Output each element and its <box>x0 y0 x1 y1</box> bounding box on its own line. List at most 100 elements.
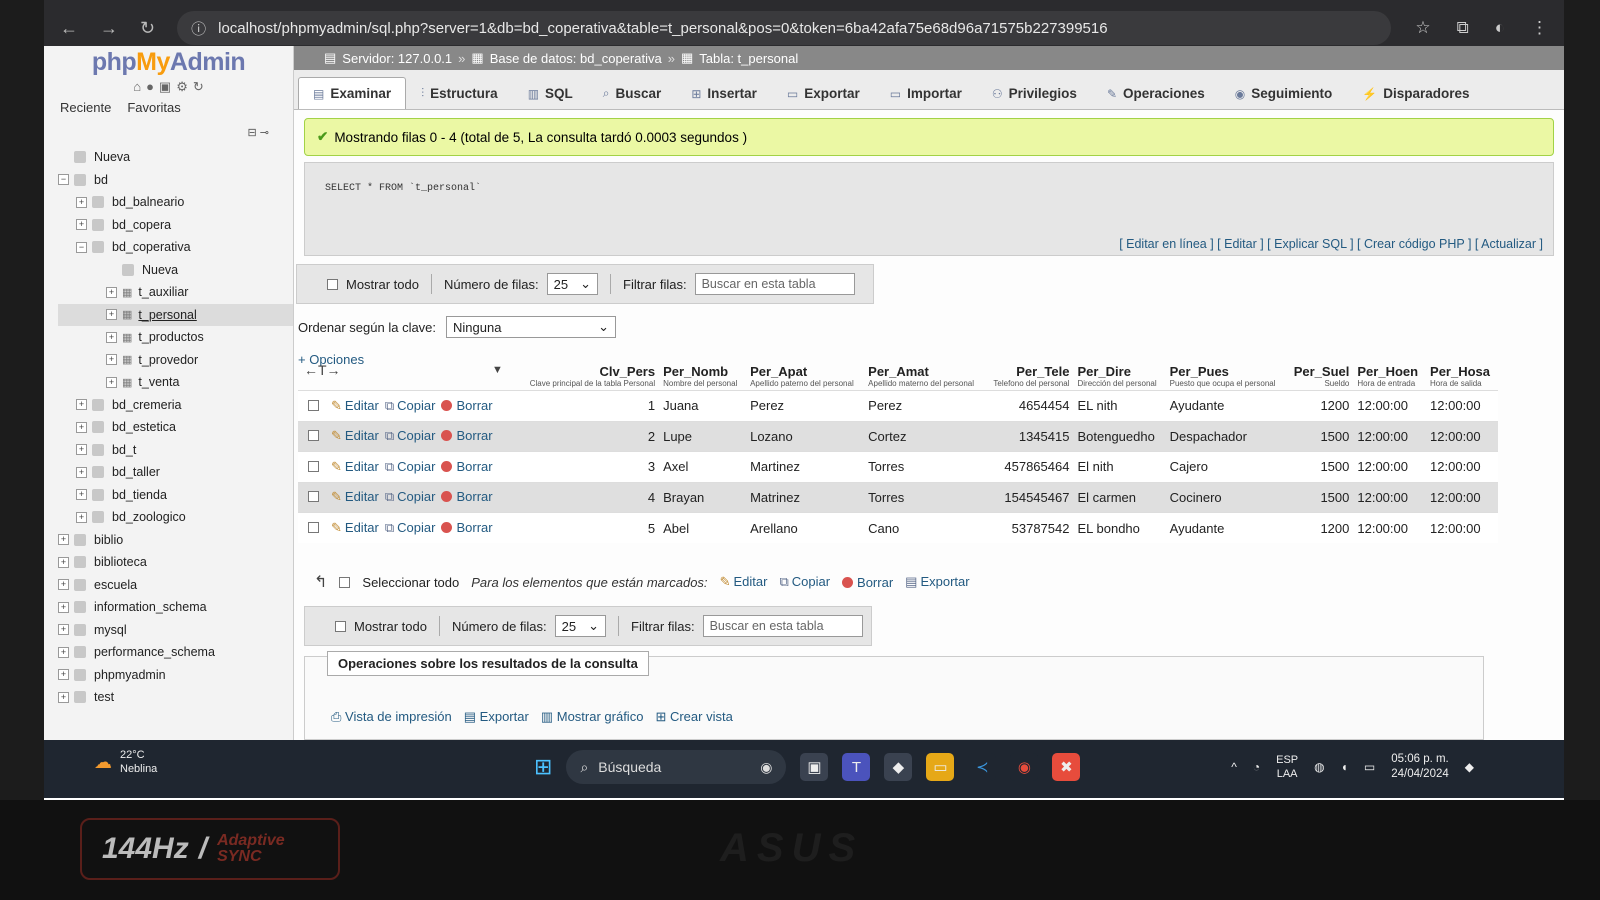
docs-icon[interactable]: ▣ <box>159 79 171 95</box>
tree-node-performance-schema[interactable]: + performance_schema <box>58 641 293 664</box>
tab-buscar[interactable]: ⌕ Buscar <box>588 77 677 109</box>
column-name[interactable]: Per_Pues <box>1170 364 1229 379</box>
show-all-checkbox-bottom[interactable] <box>335 620 346 632</box>
column-header-clv_pers[interactable]: Clv_Pers Clave principal de la tabla Pers… <box>518 364 659 391</box>
edit-button[interactable]: ✎ Editar <box>331 398 379 413</box>
cell-clv_pers[interactable]: 5 <box>518 512 660 543</box>
cell-per_suel[interactable]: 1500 <box>1286 420 1354 452</box>
tree-node-bd-balneario[interactable]: + bd_balneario <box>58 191 293 214</box>
column-header-per_pues[interactable]: Per_Pues Puesto que ocupa el personal <box>1166 364 1286 391</box>
expand-icon[interactable]: + <box>106 331 117 343</box>
cell-per_pues[interactable]: Cocinero <box>1165 481 1287 513</box>
cell-per_pues[interactable]: Ayudante <box>1165 390 1287 421</box>
tree-node-bd[interactable]: − bd <box>58 169 293 192</box>
network-icon[interactable]: ◔ <box>1253 760 1260 774</box>
rows-select-bottom[interactable]: 25 ⌄ <box>554 615 607 637</box>
expand-icon[interactable]: + <box>76 399 87 411</box>
delete-button[interactable]: Borrar <box>441 520 493 535</box>
cell-per_tele[interactable]: 457865464 <box>984 451 1074 482</box>
breadcrumb-database[interactable]: Base de datos: bd_coperativa <box>490 51 662 66</box>
column-header-per_amat[interactable]: Per_Amat Apellido materno del personal <box>864 364 984 391</box>
tree-node-escuela[interactable]: + escuela <box>58 574 293 597</box>
teams-icon[interactable]: T <box>842 753 871 781</box>
row-checkbox[interactable] <box>308 491 319 503</box>
order-select[interactable]: Ninguna ⌄ <box>446 316 617 338</box>
notification-icon[interactable]: ◆ <box>1465 760 1474 774</box>
column-header-per_dire[interactable]: Per_Dire Dirección del personal <box>1073 364 1165 391</box>
windows-start-icon[interactable]: ⊞ <box>534 754 552 780</box>
tree-node-bd-t[interactable]: + bd_t <box>58 439 293 462</box>
expand-icon[interactable]: + <box>106 354 117 366</box>
cell-per_pues[interactable]: Despachador <box>1165 420 1287 452</box>
show-chart-link[interactable]: ▥ Mostrar gráfico <box>541 709 644 725</box>
expand-icon[interactable]: + <box>58 534 69 546</box>
cell-per_suel[interactable]: 1500 <box>1286 451 1354 482</box>
cell-per_suel[interactable]: 1200 <box>1286 512 1354 543</box>
forward-icon[interactable]: → <box>100 18 118 39</box>
tree-node-bd-tienda[interactable]: + bd_tienda <box>58 484 293 507</box>
expand-icon[interactable]: + <box>76 489 87 501</box>
sql-query[interactable]: SELECT * FROM `t_personal` <box>325 183 481 194</box>
info-icon[interactable]: ⓘ <box>191 18 206 39</box>
rows-select[interactable]: 25 ⌄ <box>546 273 599 295</box>
tree-node-phpmyadmin[interactable]: + phpmyadmin <box>58 664 293 687</box>
cell-per_apat[interactable]: Lozano <box>746 420 865 452</box>
tree-node-information-schema[interactable]: + information_schema <box>58 596 293 619</box>
column-header-per_nomb[interactable]: Per_Nomb Nombre del personal <box>659 364 746 391</box>
cell-per_amat[interactable]: Perez <box>864 390 985 421</box>
tab-sql[interactable]: ▥ SQL <box>513 77 588 109</box>
column-header-per_apat[interactable]: Per_Apat Apellido paterno del personal <box>746 364 864 391</box>
expand-icon[interactable]: + <box>76 196 87 208</box>
tree-node-bd-copera[interactable]: + bd_copera <box>58 214 293 237</box>
tree-node-Nueva[interactable]: Nueva <box>58 146 293 169</box>
edit-button[interactable]: ✎ Editar <box>331 428 379 443</box>
tab-importar[interactable]: ▭ Importar <box>875 77 977 109</box>
copy-button[interactable]: ⧉ Copiar <box>385 398 436 413</box>
cell-per_hosa[interactable]: 12:00:00 <box>1426 512 1498 543</box>
column-name[interactable]: Per_Nomb <box>663 364 728 379</box>
cell-per_tele[interactable]: 53787542 <box>984 512 1074 543</box>
bulk-copy-button[interactable]: ⧉ Copiar <box>779 574 830 590</box>
chevron-up-icon[interactable]: ^ <box>1231 760 1237 774</box>
expand-icon[interactable]: + <box>58 579 69 591</box>
cell-per_hoen[interactable]: 12:00:00 <box>1353 390 1427 421</box>
row-checkbox[interactable] <box>308 522 319 533</box>
cell-per_amat[interactable]: Cortez <box>864 420 985 452</box>
language-indicator[interactable]: ESP LAA <box>1276 753 1298 781</box>
expand-icon[interactable]: + <box>58 556 69 568</box>
cell-per_dire[interactable]: El nith <box>1073 451 1166 482</box>
expand-icon[interactable]: + <box>106 286 117 298</box>
expand-icon[interactable]: + <box>76 444 87 456</box>
cell-per_hoen[interactable]: 12:00:00 <box>1353 512 1427 543</box>
breadcrumb-table[interactable]: Tabla: t_personal <box>699 51 798 66</box>
cell-clv_pers[interactable]: 1 <box>518 390 660 421</box>
tree-node-biblioteca[interactable]: + biblioteca <box>58 551 293 574</box>
reload-icon[interactable]: ↻ <box>140 18 155 39</box>
copy-button[interactable]: ⧉ Copiar <box>385 428 436 443</box>
tab-operaciones[interactable]: ✎ Operaciones <box>1092 77 1220 109</box>
expand-icon[interactable]: + <box>58 624 69 636</box>
copy-button[interactable]: ⧉ Copiar <box>385 459 436 474</box>
tree-node-t-productos[interactable]: + ▦ t_productos <box>58 326 293 349</box>
vscode-icon[interactable]: ≺ <box>968 753 997 781</box>
show-all-checkbox[interactable] <box>327 278 338 290</box>
collapse-icon[interactable]: − <box>76 241 87 253</box>
cell-per_amat[interactable]: Torres <box>864 481 985 513</box>
tree-node-bd-estetica[interactable]: + bd_estetica <box>58 416 293 439</box>
cell-per_amat[interactable]: Torres <box>864 451 985 482</box>
cell-per_dire[interactable]: El carmen <box>1073 481 1166 513</box>
tab-examinar[interactable]: ▤ Examinar <box>298 77 407 109</box>
tree-node-test[interactable]: + test <box>58 686 293 709</box>
copy-button[interactable]: ⧉ Copiar <box>385 520 436 535</box>
delete-button[interactable]: Borrar <box>441 489 493 504</box>
sql-links[interactable]: [ Editar en línea ] [ Editar ] [ Explica… <box>1119 237 1543 251</box>
cell-per_amat[interactable]: Cano <box>864 512 985 543</box>
cell-per_pues[interactable]: Ayudante <box>1165 512 1287 543</box>
cell-clv_pers[interactable]: 4 <box>518 481 660 513</box>
edit-button[interactable]: ✎ Editar <box>331 489 379 504</box>
column-name[interactable]: Per_Hoen <box>1357 364 1418 379</box>
bulk-export-button[interactable]: ▤ Exportar <box>905 574 969 590</box>
task-view-icon[interactable]: ▣ <box>800 753 829 781</box>
expand-icon[interactable]: + <box>106 376 117 388</box>
recent-tab[interactable]: Reciente <box>60 100 111 115</box>
